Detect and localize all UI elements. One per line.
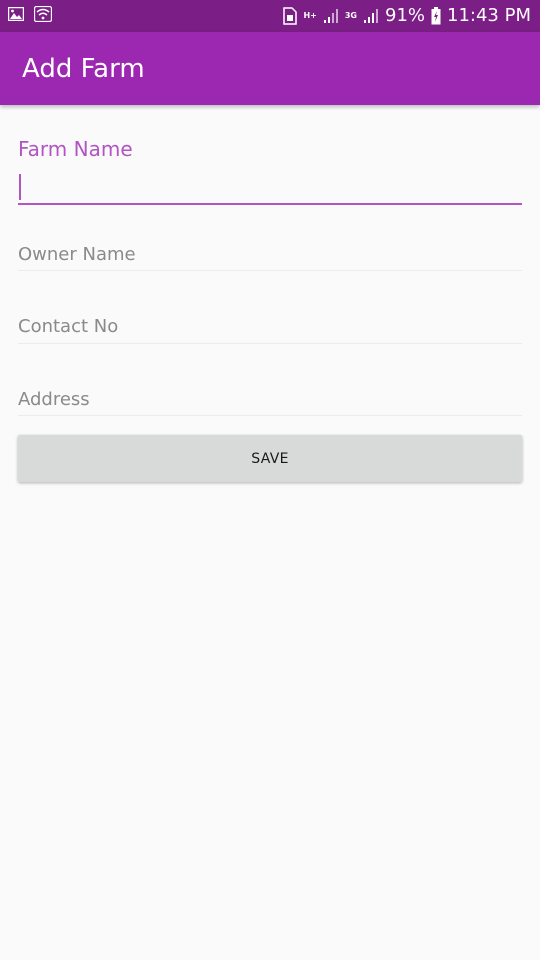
contact-no-placeholder: Contact No xyxy=(18,316,119,337)
signal-icon xyxy=(364,9,378,23)
farm-name-underline xyxy=(18,203,522,205)
owner-name-placeholder: Owner Name xyxy=(18,244,136,265)
owner-name-underline xyxy=(18,270,522,271)
address-underline xyxy=(18,415,522,416)
address-placeholder: Address xyxy=(18,389,90,410)
contact-no-underline xyxy=(18,343,522,344)
network-3g-label: 3G xyxy=(344,11,357,20)
signal-icon xyxy=(323,9,338,23)
app-bar: Add Farm xyxy=(0,32,540,105)
battery-percent: 91% xyxy=(385,5,426,26)
network-hplus-label: H+ xyxy=(303,11,317,20)
status-right-icons: H+ 3G 91% 11:43 PM xyxy=(283,3,531,29)
save-button[interactable]: SAVE xyxy=(18,435,522,482)
owner-name-field[interactable]: Owner Name xyxy=(18,243,522,273)
sim-icon xyxy=(283,7,298,25)
image-icon xyxy=(8,7,24,21)
address-field[interactable]: Address xyxy=(18,388,522,418)
status-time: 11:43 PM xyxy=(447,5,531,26)
status-left-icons xyxy=(8,6,52,22)
page-title: Add Farm xyxy=(22,54,145,84)
contact-no-field[interactable]: Contact No xyxy=(18,315,522,345)
status-bar: H+ 3G 91% 11:43 PM xyxy=(0,0,540,32)
battery-charging-icon xyxy=(431,7,441,25)
wifi-icon xyxy=(34,6,52,22)
text-cursor xyxy=(19,174,21,200)
farm-name-label: Farm Name xyxy=(18,137,133,161)
farm-name-field[interactable]: Farm Name xyxy=(18,137,522,207)
